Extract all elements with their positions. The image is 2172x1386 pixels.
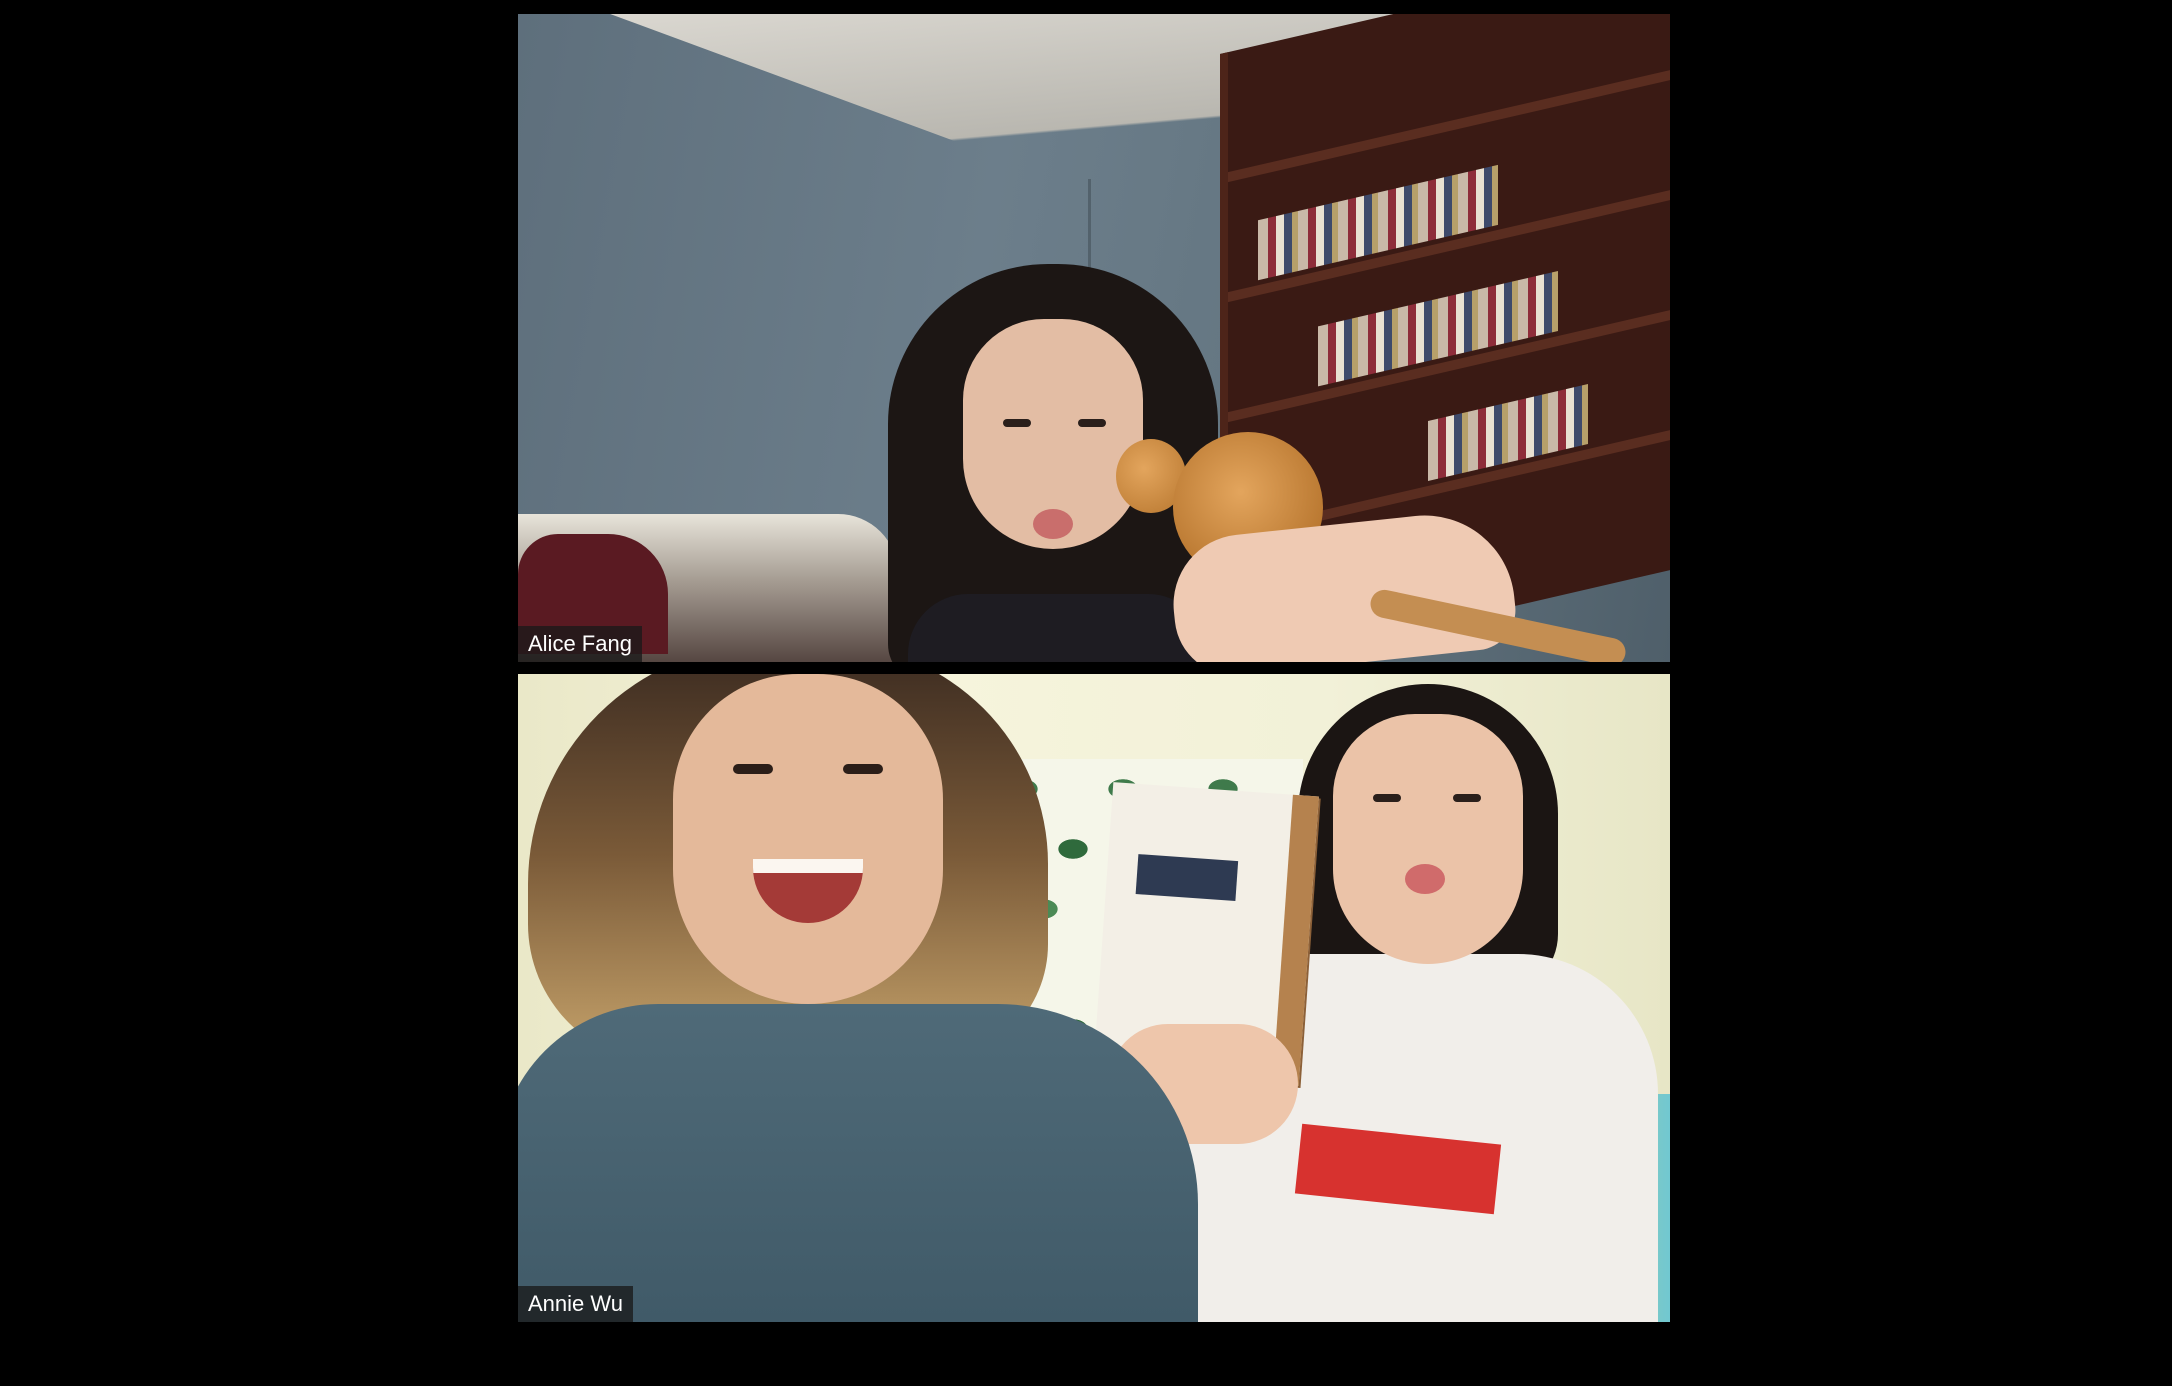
participant-name-label: Annie Wu: [518, 1286, 633, 1322]
participant-video-feed: [518, 674, 1670, 1322]
participant-video-tile[interactable]: Alice Fang: [518, 14, 1670, 662]
participant-name-label: Alice Fang: [518, 626, 642, 662]
participant-video-tile[interactable]: Annie Wu: [518, 674, 1670, 1322]
participant-video-feed: [518, 14, 1670, 662]
video-meeting-window: Alice Fang Annie Wu: [0, 0, 2172, 1386]
